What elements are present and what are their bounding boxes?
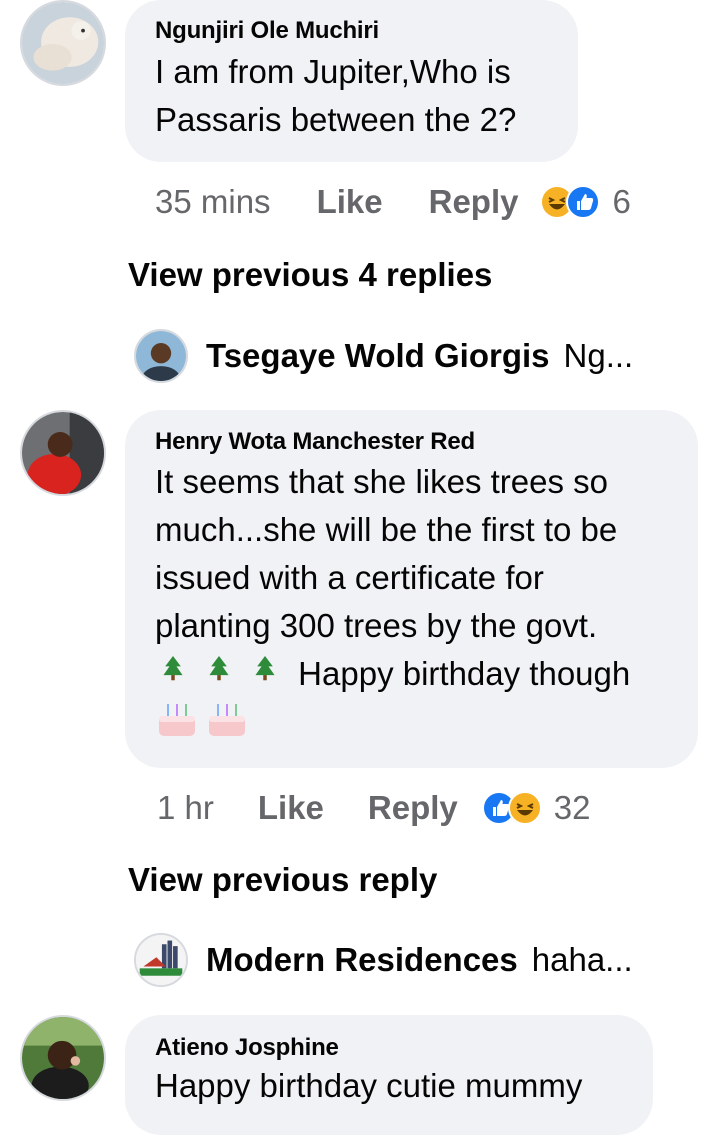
birthday-cake-icon bbox=[205, 698, 249, 738]
reply-button[interactable]: Reply bbox=[429, 183, 519, 221]
comment-text-line: It seems that she likes trees so bbox=[155, 463, 609, 500]
comment-time[interactable]: 1 hr bbox=[157, 789, 214, 827]
avatar[interactable] bbox=[134, 329, 188, 383]
reply-author[interactable]: Tsegaye Wold Giorgis bbox=[206, 337, 550, 375]
view-previous-replies[interactable]: View previous 4 replies bbox=[128, 256, 492, 294]
avatar[interactable] bbox=[134, 933, 188, 987]
comment-text-line: planting 300 trees by the govt. bbox=[155, 607, 598, 644]
reply-preview[interactable]: Tsegaye Wold Giorgis Ng... bbox=[134, 326, 633, 386]
comment-emoji-line: Happy birthday though bbox=[155, 650, 668, 698]
comment-text-line: issued with a certificate for bbox=[155, 559, 544, 596]
comment-text-line: much...she will be the first to be bbox=[155, 511, 618, 548]
comment-bubble: Ngunjiri Ole Muchiri I am from Jupiter,W… bbox=[125, 0, 578, 162]
birthday-cake-icon bbox=[155, 698, 199, 738]
like-button[interactable]: Like bbox=[317, 183, 383, 221]
comment-bubble: Atieno Josphine Happy birthday cutie mum… bbox=[125, 1015, 653, 1135]
reply-snippet: haha... bbox=[531, 941, 633, 978]
christmas-tree-icon bbox=[247, 650, 283, 698]
comment-emoji-line bbox=[155, 698, 668, 742]
reply-snippet: Ng... bbox=[563, 337, 634, 374]
like-icon bbox=[566, 185, 601, 219]
comment-time[interactable]: 35 mins bbox=[155, 183, 271, 221]
avatar[interactable] bbox=[20, 410, 106, 496]
comment-text-fragment: Happy birthday though bbox=[298, 655, 631, 692]
comment-text-line: Happy birthday cutie mummy bbox=[155, 1067, 583, 1104]
reply-author[interactable]: Modern Residences bbox=[206, 941, 518, 979]
comment-text-line: I am from Jupiter,Who is bbox=[155, 53, 511, 90]
like-button[interactable]: Like bbox=[258, 789, 324, 827]
reaction-count: 32 bbox=[553, 789, 591, 826]
comment-meta: 35 mins Like Reply 6 bbox=[155, 180, 631, 224]
avatar[interactable] bbox=[20, 1015, 106, 1101]
christmas-tree-icon bbox=[155, 650, 191, 698]
haha-icon bbox=[507, 791, 542, 825]
view-previous-replies[interactable]: View previous reply bbox=[128, 861, 437, 899]
reaction-count: 6 bbox=[612, 183, 631, 220]
comment-author[interactable]: Atieno Josphine bbox=[155, 1033, 623, 1063]
comment-meta: 1 hr Like Reply 32 bbox=[157, 786, 591, 830]
reaction-summary[interactable]: 6 bbox=[540, 183, 631, 221]
reply-button[interactable]: Reply bbox=[368, 789, 458, 827]
comment-author[interactable]: Ngunjiri Ole Muchiri bbox=[155, 16, 548, 46]
comment-bubble: Henry Wota Manchester Red It seems that … bbox=[125, 410, 698, 768]
comment-text-line: Passaris between the 2? bbox=[155, 101, 517, 138]
christmas-tree-icon bbox=[201, 650, 237, 698]
comment-author[interactable]: Henry Wota Manchester Red bbox=[155, 427, 668, 457]
reply-preview[interactable]: Modern Residences haha... bbox=[134, 930, 633, 990]
avatar[interactable] bbox=[20, 0, 106, 86]
reaction-summary[interactable]: 32 bbox=[481, 789, 591, 827]
